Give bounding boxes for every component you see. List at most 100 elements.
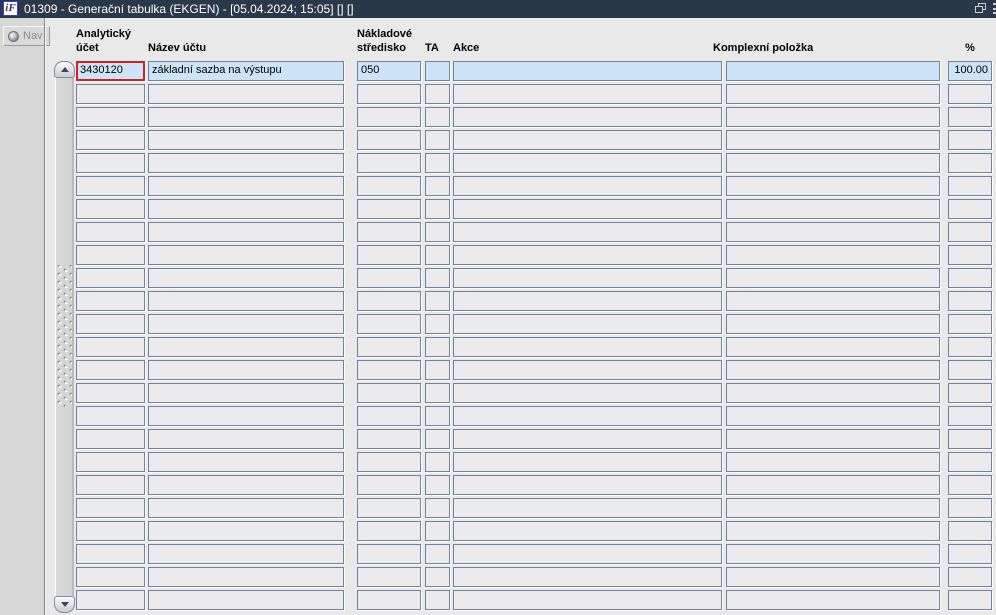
cell-percent[interactable]: [948, 498, 992, 518]
cell-nazev-uctu[interactable]: [148, 360, 344, 380]
cell-ta[interactable]: [425, 360, 450, 380]
cell-nakladove-stredisko[interactable]: [357, 222, 421, 242]
cell-nazev-uctu[interactable]: [148, 314, 344, 334]
cell-analyticky-ucet[interactable]: [76, 590, 145, 610]
cell-ta[interactable]: [425, 176, 450, 196]
cell-analyticky-ucet[interactable]: [76, 406, 145, 426]
cell-analyticky-ucet[interactable]: [76, 383, 145, 403]
cell-analyticky-ucet[interactable]: [76, 245, 145, 265]
cell-komplexni-polozka[interactable]: [726, 544, 940, 564]
cell-komplexni-polozka[interactable]: [726, 360, 940, 380]
cell-nakladove-stredisko[interactable]: [357, 84, 421, 104]
cell-akce[interactable]: [453, 153, 722, 173]
cell-ta[interactable]: [425, 337, 450, 357]
cell-percent[interactable]: [948, 130, 992, 150]
cell-percent[interactable]: [948, 176, 992, 196]
cell-nakladove-stredisko[interactable]: [357, 452, 421, 472]
scrollbar-track[interactable]: [55, 78, 74, 596]
cell-ta[interactable]: [425, 222, 450, 242]
cell-komplexni-polozka[interactable]: [726, 176, 940, 196]
cell-akce[interactable]: [453, 475, 722, 495]
cell-nakladove-stredisko[interactable]: [357, 268, 421, 288]
cell-komplexni-polozka[interactable]: [726, 130, 940, 150]
cell-komplexni-polozka[interactable]: [726, 268, 940, 288]
cell-nakladove-stredisko[interactable]: [357, 590, 421, 610]
cell-nazev-uctu[interactable]: [148, 337, 344, 357]
cell-akce[interactable]: [453, 429, 722, 449]
cell-akce[interactable]: [453, 199, 722, 219]
cell-nazev-uctu[interactable]: [148, 268, 344, 288]
cell-akce[interactable]: [453, 245, 722, 265]
cell-ta[interactable]: [425, 383, 450, 403]
cell-nakladove-stredisko[interactable]: [357, 383, 421, 403]
cell-ta[interactable]: [425, 314, 450, 334]
cell-komplexni-polozka[interactable]: [726, 429, 940, 449]
cell-akce[interactable]: [453, 544, 722, 564]
cell-akce[interactable]: [453, 268, 722, 288]
cell-ta[interactable]: [425, 245, 450, 265]
cell-komplexni-polozka[interactable]: [726, 475, 940, 495]
cell-nazev-uctu[interactable]: [148, 567, 344, 587]
cell-percent[interactable]: [948, 245, 992, 265]
cell-nakladove-stredisko[interactable]: [357, 314, 421, 334]
cell-nazev-uctu[interactable]: [148, 199, 344, 219]
cell-nakladove-stredisko[interactable]: [357, 153, 421, 173]
cell-ta[interactable]: [425, 84, 450, 104]
cell-nazev-uctu[interactable]: [148, 475, 344, 495]
cell-komplexni-polozka[interactable]: [726, 199, 940, 219]
cell-analyticky-ucet[interactable]: [76, 337, 145, 357]
cell-nazev-uctu[interactable]: [148, 498, 344, 518]
cell-komplexni-polozka[interactable]: [726, 337, 940, 357]
scroll-up-button[interactable]: [54, 61, 75, 78]
cell-nakladove-stredisko[interactable]: [357, 176, 421, 196]
cell-ta[interactable]: [425, 429, 450, 449]
cell-akce[interactable]: [453, 452, 722, 472]
cell-komplexni-polozka[interactable]: [726, 452, 940, 472]
cell-analyticky-ucet[interactable]: [76, 314, 145, 334]
restore-window-icon[interactable]: [975, 3, 988, 14]
cell-nazev-uctu[interactable]: [148, 222, 344, 242]
cell-percent[interactable]: [948, 153, 992, 173]
cell-nakladove-stredisko[interactable]: [357, 107, 421, 127]
cell-akce[interactable]: [453, 567, 722, 587]
cell-percent[interactable]: [948, 567, 992, 587]
cell-percent[interactable]: [948, 406, 992, 426]
cell-percent[interactable]: [948, 291, 992, 311]
cell-percent[interactable]: [948, 268, 992, 288]
cell-komplexni-polozka[interactable]: [726, 406, 940, 426]
cell-nazev-uctu[interactable]: [148, 383, 344, 403]
scroll-down-button[interactable]: [54, 596, 75, 613]
cell-nazev-uctu[interactable]: [148, 452, 344, 472]
cell-nazev-uctu[interactable]: [148, 245, 344, 265]
cell-nazev-uctu[interactable]: [148, 291, 344, 311]
cell-analyticky-ucet[interactable]: [76, 567, 145, 587]
cell-akce[interactable]: [453, 130, 722, 150]
cell-komplexni-polozka[interactable]: [726, 84, 940, 104]
cell-nakladove-stredisko[interactable]: [357, 130, 421, 150]
cell-ta[interactable]: [425, 130, 450, 150]
cell-percent[interactable]: 100.00: [948, 61, 992, 81]
cell-ta[interactable]: [425, 199, 450, 219]
cell-nazev-uctu[interactable]: [148, 429, 344, 449]
cell-analyticky-ucet[interactable]: [76, 84, 145, 104]
cell-komplexni-polozka[interactable]: [726, 107, 940, 127]
cell-nakladove-stredisko[interactable]: [357, 498, 421, 518]
cell-ta[interactable]: [425, 268, 450, 288]
cell-percent[interactable]: [948, 475, 992, 495]
cell-analyticky-ucet[interactable]: [76, 130, 145, 150]
cell-ta[interactable]: [425, 406, 450, 426]
cell-ta[interactable]: [425, 544, 450, 564]
cell-ta[interactable]: [425, 153, 450, 173]
cell-percent[interactable]: [948, 544, 992, 564]
cell-nazev-uctu[interactable]: [148, 153, 344, 173]
cell-komplexni-polozka[interactable]: [726, 383, 940, 403]
cell-analyticky-ucet[interactable]: [76, 153, 145, 173]
cell-analyticky-ucet[interactable]: [76, 222, 145, 242]
cell-nakladove-stredisko[interactable]: [357, 360, 421, 380]
cell-percent[interactable]: [948, 337, 992, 357]
cell-analyticky-ucet[interactable]: [76, 360, 145, 380]
cell-komplexni-polozka[interactable]: [726, 314, 940, 334]
cell-nakladove-stredisko[interactable]: [357, 199, 421, 219]
cell-akce[interactable]: [453, 291, 722, 311]
cell-akce[interactable]: [453, 84, 722, 104]
